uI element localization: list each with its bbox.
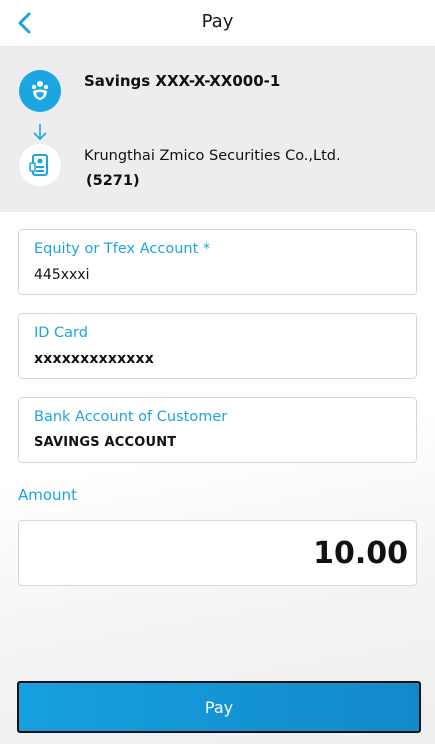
source-account: Savings XXX-X-XX000-1 (84, 72, 281, 90)
equity-account-field[interactable]: Equity or Tfex Account * 445xxxi (18, 229, 417, 295)
header-bar: Pay (0, 0, 435, 47)
equity-account-label: Equity or Tfex Account * (34, 241, 211, 257)
payee-name: Krungthai Zmico Securities Co.,Ltd. (84, 148, 341, 164)
bank-account-label: Bank Account of Customer (34, 409, 228, 425)
bank-account-field[interactable]: Bank Account of Customer SAVINGS ACCOUNT (18, 397, 417, 463)
arrow-down-icon (33, 124, 47, 141)
bank-logo-icon (19, 70, 61, 112)
id-card-value: xxxxxxxxxxxxx (34, 351, 154, 367)
payee-code: (5271) (86, 173, 140, 189)
transfer-summary: Savings XXX-X-XX000-1 Krungthai Zmico Se… (0, 47, 435, 212)
id-card-label: ID Card (34, 325, 88, 341)
bank-account-value: SAVINGS ACCOUNT (34, 435, 177, 450)
amount-label: Amount (18, 486, 77, 504)
pay-button-label: Pay (204, 697, 234, 717)
page-title: Pay (201, 11, 234, 32)
id-card-field[interactable]: ID Card xxxxxxxxxxxxx (18, 313, 417, 379)
pay-button[interactable]: Pay (17, 681, 421, 733)
amount-value: 10.00 (313, 536, 408, 571)
securities-logo-icon (19, 144, 61, 186)
equity-account-value: 445xxxi (34, 267, 90, 283)
amount-field[interactable]: 10.00 (18, 520, 417, 586)
